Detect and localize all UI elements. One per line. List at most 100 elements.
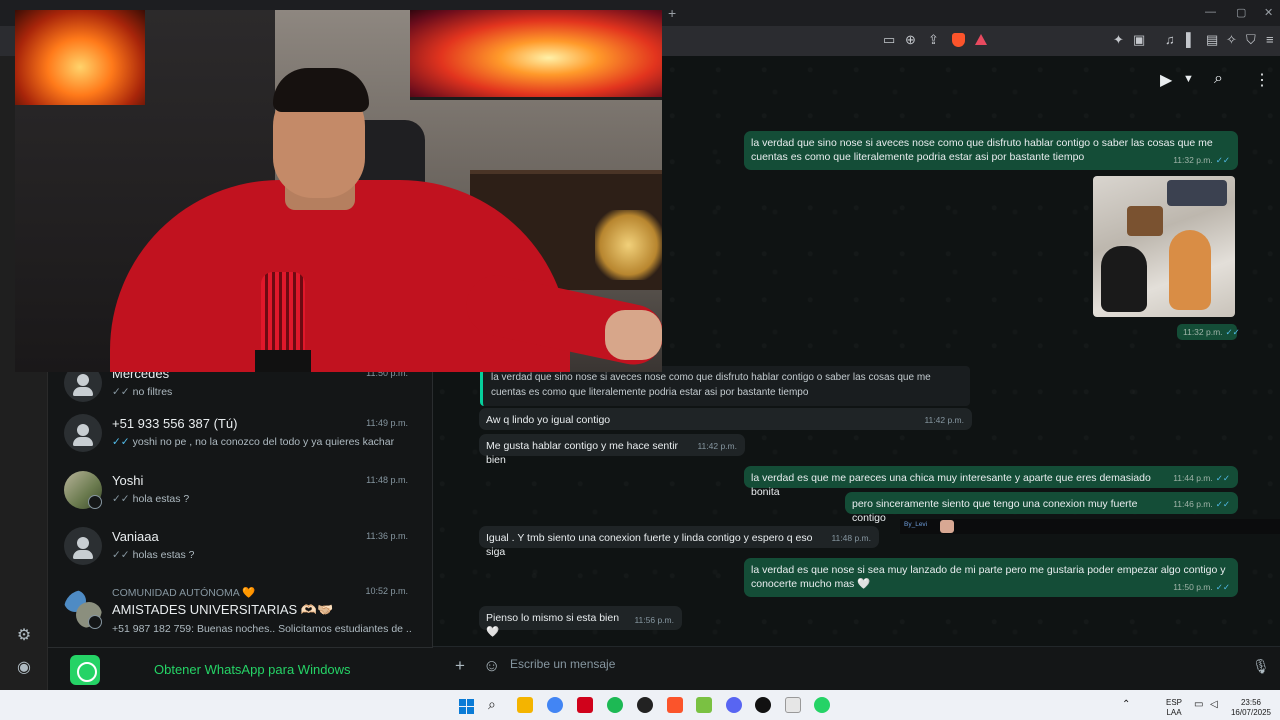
share-icon[interactable]: ⇪	[928, 33, 939, 47]
obs-icon[interactable]	[637, 697, 653, 713]
message-input[interactable]: Escribe un mensaje	[510, 657, 615, 671]
media-icon[interactable]: ♫	[1165, 33, 1175, 47]
chevron-down-icon[interactable]: ▼	[1183, 73, 1194, 85]
message-text: Aw q lindo yo igual contigo	[486, 414, 611, 426]
chat-name: Vaniaaa	[112, 529, 159, 544]
download-banner-label[interactable]: Obtener WhatsApp para Windows	[154, 662, 351, 677]
chat-name: AMISTADES UNIVERSITARIAS 🫶🏻🫱🏼‍🫲🏻	[112, 602, 334, 617]
wallet-icon[interactable]: ▤	[1206, 33, 1218, 47]
fireplace-screen	[15, 10, 145, 105]
message-text: la verdad que sino nose si aveces nose c…	[751, 137, 1213, 163]
brave-shields-icon[interactable]	[952, 33, 965, 47]
spotify-icon[interactable]	[607, 697, 623, 713]
close-icon[interactable]: ✕	[1264, 6, 1273, 19]
chat-name: +51 933 556 387 (Tú)	[112, 416, 238, 431]
read-tick-icon: ✓✓	[112, 386, 130, 398]
read-tick-icon: ✓✓	[112, 493, 130, 505]
discord-icon[interactable]	[726, 697, 742, 713]
message-incoming[interactable]: Aw q lindo yo igual contigo 11:42 p.m.	[479, 408, 972, 430]
video-call-icon[interactable]: ▶	[1160, 70, 1172, 90]
maximize-icon[interactable]: ▢	[1236, 6, 1246, 19]
status-ring-icon	[88, 615, 102, 629]
volume-icon[interactable]: ◁	[1210, 700, 1218, 710]
app-red-icon[interactable]	[577, 697, 593, 713]
read-tick-icon: ✓✓	[112, 549, 130, 561]
message-time: 11:56 p.m.	[634, 615, 674, 625]
message-incoming[interactable]: Pienso lo mismo si esta bien 🤍 11:56 p.m…	[479, 606, 682, 638]
chat-preview: ✓✓ no filtres	[112, 386, 173, 398]
message-time: 11:42 p.m.	[697, 441, 737, 451]
chat-preview: ✓✓ hola estas ?	[112, 493, 190, 505]
chat-time: 11:36 p.m.	[366, 531, 408, 541]
attach-plus-icon[interactable]: +	[455, 656, 465, 676]
overlay-strip	[900, 519, 1280, 534]
read-tick-icon: ✓✓	[112, 436, 130, 448]
message-text: la verdad es que nose si sea muy lanzado…	[751, 564, 1226, 590]
message-outgoing[interactable]: la verdad es que nose si sea muy lanzado…	[744, 558, 1238, 597]
app-dark-icon[interactable]	[755, 697, 771, 713]
sidebar-icon[interactable]: ▌	[1186, 33, 1195, 47]
webcam-overlay	[15, 10, 662, 372]
chat-time: 11:48 p.m.	[366, 475, 408, 485]
chat-name: Yoshi	[112, 473, 144, 488]
avatar	[64, 527, 102, 565]
tv-fireplace-screen	[410, 10, 662, 100]
chat-row-yoshi[interactable]: Yoshi 11:48 p.m. ✓✓ hola estas ?	[48, 465, 433, 521]
brave-taskbar-icon[interactable]	[667, 697, 683, 713]
chrome-icon[interactable]	[547, 697, 563, 713]
cast-icon[interactable]: ▭	[883, 33, 895, 47]
message-incoming[interactable]: Igual . Y tmb siento una conexion fuerte…	[479, 526, 879, 558]
profile-icon[interactable]: ◉	[14, 658, 34, 678]
search-taskbar-icon[interactable]: ⌕	[488, 696, 504, 712]
brave-rewards-icon[interactable]	[975, 34, 987, 45]
app-green-icon[interactable]	[696, 697, 712, 713]
image-message-cats[interactable]	[1093, 176, 1235, 317]
message-time: 11:46 p.m. ✓✓	[1173, 499, 1230, 509]
overlay-emote-icon	[940, 520, 954, 533]
new-tab-button[interactable]: +	[668, 5, 676, 21]
chat-time: 11:49 p.m.	[366, 418, 408, 428]
overlay-username: By_Levi	[904, 521, 928, 528]
tray-chevron-icon[interactable]: ⌃	[1122, 700, 1130, 710]
snipping-icon[interactable]	[785, 697, 801, 713]
chat-row-self[interactable]: +51 933 556 387 (Tú) 11:49 p.m. ✓✓ yoshi …	[48, 408, 433, 464]
zoom-icon[interactable]: ⊕	[905, 33, 916, 47]
message-incoming[interactable]: Me gusta hablar contigo y me hace sentir…	[479, 434, 745, 466]
network-icon[interactable]: ▭	[1194, 700, 1203, 710]
message-time: 11:48 p.m.	[831, 533, 871, 543]
message-outgoing[interactable]: pero sinceramente siento que tengo una c…	[845, 492, 1238, 524]
language-indicator[interactable]: ESP LAA	[1162, 698, 1186, 718]
whatsapp-logo-icon	[70, 655, 100, 685]
file-explorer-icon[interactable]	[517, 697, 533, 713]
chat-row-amistades[interactable]: COMUNIDAD AUTÓNOMA 🧡 AMISTADES UNIVERSIT…	[48, 582, 433, 642]
message-time: 11:32 p.m. ✓✓	[1173, 155, 1230, 165]
emoji-icon[interactable]: ☺	[483, 656, 500, 676]
whatsapp-taskbar-icon[interactable]	[814, 697, 830, 713]
message-time: 11:44 p.m. ✓✓	[1173, 473, 1230, 483]
search-icon[interactable]: ⌕	[1214, 70, 1223, 88]
tab-search-icon[interactable]: ▣	[1133, 33, 1145, 47]
clock[interactable]: 23:56 16/07/2025	[1226, 698, 1276, 718]
start-icon[interactable]	[459, 699, 474, 714]
status-ring-icon	[88, 495, 102, 509]
message-outgoing[interactable]: la verdad es que me pareces una chica mu…	[744, 466, 1238, 498]
menu-icon[interactable]: ≡	[1266, 33, 1274, 47]
more-options-icon[interactable]: ⋮	[1254, 70, 1270, 90]
chat-preview: ✓✓ holas estas ?	[112, 549, 195, 561]
community-name: COMUNIDAD AUTÓNOMA 🧡	[112, 587, 256, 599]
settings-icon[interactable]: ⚙	[14, 626, 34, 646]
chat-preview: +51 987 182 759: Buenas noches.. Solicit…	[112, 623, 412, 635]
vpn-icon[interactable]: ⛉	[1246, 33, 1256, 47]
microphone-icon[interactable]: 🎙	[1252, 658, 1270, 675]
avatar	[64, 414, 102, 452]
message-time: 11:32 p.m. ✓✓	[1177, 324, 1240, 340]
chat-row-vaniaaa[interactable]: Vaniaaa 11:36 p.m. ✓✓ holas estas ?	[48, 521, 433, 577]
leo-icon[interactable]: ✧	[1226, 33, 1237, 47]
minimize-icon[interactable]: —	[1205, 6, 1216, 18]
chat-preview: ✓✓ yoshi no pe , no la conozco del todo y…	[112, 436, 395, 448]
message-time: 11:50 p.m. ✓✓	[1173, 582, 1230, 592]
message-time: 11:42 p.m.	[924, 415, 964, 425]
extensions-icon[interactable]: ✦	[1113, 33, 1124, 47]
quoted-message[interactable]: la verdad que sino nose si aveces nose c…	[480, 366, 970, 406]
message-outgoing[interactable]: la verdad que sino nose si aveces nose c…	[744, 131, 1238, 170]
